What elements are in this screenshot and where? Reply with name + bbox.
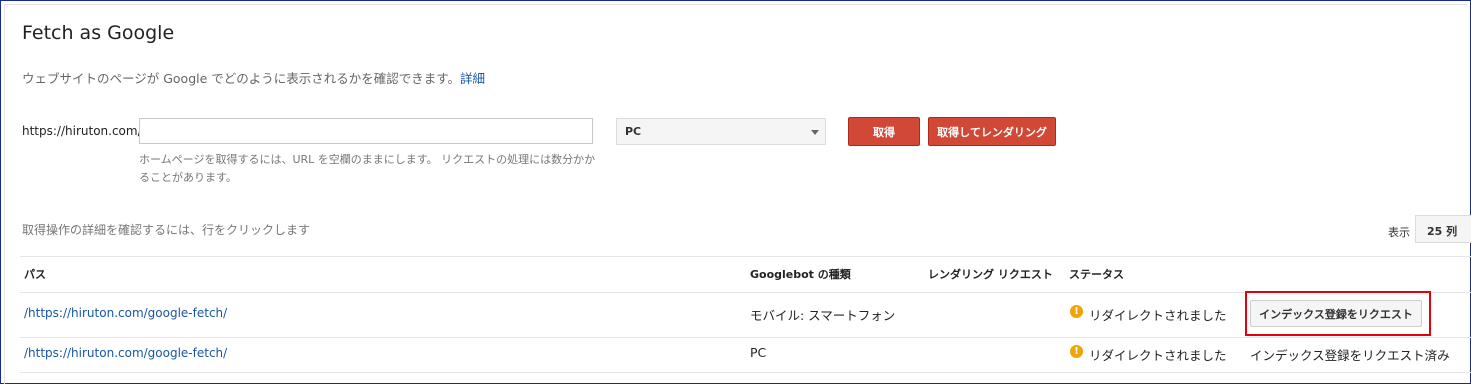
- page-description: ウェブサイトのページが Google でどのように表示されるかを確認できます。詳…: [22, 68, 485, 87]
- highlight-annotation: [1245, 291, 1431, 336]
- url-input[interactable]: [139, 118, 593, 144]
- header-googlebot-type: Googlebot の種類: [750, 268, 851, 281]
- indexing-requested-text: インデックス登録をリクエスト済み: [1250, 348, 1450, 363]
- fetch-and-render-button[interactable]: 取得してレンダリング: [928, 117, 1056, 146]
- row-divider: [20, 337, 1471, 338]
- table-row-googlebot-type: PC: [750, 345, 767, 360]
- show-label: 表示: [1388, 226, 1410, 239]
- table-top-divider: [20, 256, 1471, 257]
- table-row-path-link[interactable]: /https://hiruton.com/google-fetch/: [24, 346, 227, 360]
- details-link[interactable]: 詳細: [460, 71, 485, 86]
- table-row-googlebot-type: モバイル: スマートフォン: [750, 308, 896, 323]
- chevron-down-icon: [811, 130, 819, 135]
- warning-icon: !: [1070, 345, 1083, 358]
- device-select-value: PC: [625, 125, 642, 138]
- header-status: ステータス: [1069, 268, 1124, 281]
- header-path: パス: [24, 268, 46, 281]
- url-prefix: https://hiruton.com/: [22, 124, 142, 138]
- table-bottom-divider: [20, 372, 1471, 373]
- header-render-request: レンダリング リクエスト: [928, 268, 1053, 281]
- description-text: ウェブサイトのページが Google でどのように表示されるかを確認できます。: [22, 71, 461, 86]
- warning-icon: !: [1070, 305, 1083, 318]
- table-click-hint: 取得操作の詳細を確認するには、行をクリックします: [22, 223, 311, 237]
- device-select[interactable]: PC: [616, 118, 826, 145]
- url-hint: ホームページを取得するには、URL を空欄のままにします。 リクエストの処理には…: [139, 153, 596, 184]
- table-row-path-link[interactable]: /https://hiruton.com/google-fetch/: [24, 306, 227, 320]
- table-row-status: リダイレクトされました: [1089, 308, 1227, 323]
- table-row-status: リダイレクトされました: [1089, 348, 1227, 363]
- page-title: Fetch as Google: [22, 22, 175, 44]
- rows-per-page-select[interactable]: 25 列: [1415, 215, 1471, 243]
- fetch-button[interactable]: 取得: [848, 117, 920, 146]
